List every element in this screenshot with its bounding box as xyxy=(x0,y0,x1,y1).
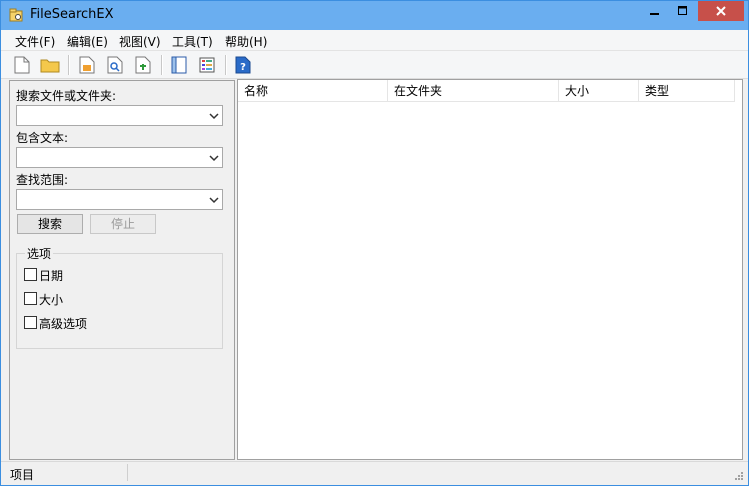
client-area: 文件(F) 编辑(E) 视图(V) 工具(T) 帮助(H) ? 搜索文件或文件夹… xyxy=(1,30,748,485)
options-title: 选项 xyxy=(25,245,54,262)
menu-view[interactable]: 视图(V) xyxy=(119,33,161,50)
size-label[interactable]: 大小 xyxy=(39,291,63,308)
toolbar: ? xyxy=(1,51,748,79)
menu-bar: 文件(F) 编辑(E) 视图(V) 工具(T) 帮助(H) xyxy=(1,30,748,51)
save-icon xyxy=(135,56,151,74)
column-header-size[interactable]: 大小 xyxy=(559,80,639,102)
new-button[interactable] xyxy=(11,54,33,76)
column-header-type[interactable]: 类型 xyxy=(639,80,735,102)
export-icon xyxy=(79,56,95,74)
options-group: 选项 日期 大小 高级选项 xyxy=(16,245,223,349)
menu-edit[interactable]: 编辑(E) xyxy=(67,33,108,50)
grid-view-button[interactable] xyxy=(196,54,218,76)
help-button[interactable]: ? xyxy=(232,54,254,76)
help-icon: ? xyxy=(235,56,251,74)
find-button[interactable] xyxy=(104,54,126,76)
resize-grip-icon[interactable] xyxy=(734,471,744,481)
export-button[interactable] xyxy=(76,54,98,76)
column-header-name[interactable]: 名称 xyxy=(238,80,388,102)
search-scope-label: 查找范围: xyxy=(16,173,69,187)
file-name-combo[interactable] xyxy=(16,105,223,126)
menu-file[interactable]: 文件(F) xyxy=(15,33,55,50)
new-file-icon xyxy=(14,56,30,74)
chevron-down-icon[interactable] xyxy=(209,111,219,121)
app-icon xyxy=(9,8,23,22)
open-button[interactable] xyxy=(39,54,61,76)
maximize-button[interactable] xyxy=(669,1,697,21)
maximize-icon xyxy=(678,6,687,15)
minimize-icon xyxy=(650,13,659,15)
status-separator xyxy=(127,464,128,481)
advanced-options-label[interactable]: 高级选项 xyxy=(39,315,87,332)
date-label[interactable]: 日期 xyxy=(39,267,63,284)
close-icon xyxy=(716,6,726,16)
search-scope-combo[interactable] xyxy=(16,189,223,210)
grid-view-icon xyxy=(199,57,215,73)
chevron-down-icon[interactable] xyxy=(209,195,219,205)
toolbar-separator xyxy=(225,55,227,75)
toolbar-separator xyxy=(161,55,163,75)
find-icon xyxy=(107,56,123,74)
menu-help[interactable]: 帮助(H) xyxy=(225,33,267,50)
close-button[interactable] xyxy=(698,1,744,21)
results-list[interactable]: 名称 在文件夹 大小 类型 xyxy=(237,79,743,460)
search-button[interactable]: 搜索 xyxy=(17,214,83,234)
date-checkbox[interactable] xyxy=(24,268,37,281)
window-title: FileSearchEX xyxy=(30,7,114,22)
svg-text:?: ? xyxy=(240,62,246,73)
status-bar: 项目 xyxy=(1,461,748,484)
panel-icon xyxy=(171,56,187,74)
save-button[interactable] xyxy=(132,54,154,76)
search-panel: 搜索文件或文件夹: 包含文本: 查找范围: 搜索 停止 选项 日期 大小 高级选… xyxy=(9,80,235,460)
advanced-options-checkbox[interactable] xyxy=(24,316,37,329)
title-bar[interactable]: FileSearchEX xyxy=(1,1,748,30)
status-text: 项目 xyxy=(10,468,35,482)
chevron-down-icon[interactable] xyxy=(209,153,219,163)
open-folder-icon xyxy=(40,59,60,73)
panel-button[interactable] xyxy=(168,54,190,76)
menu-tools[interactable]: 工具(T) xyxy=(172,33,213,50)
toolbar-separator xyxy=(68,55,70,75)
contains-text-label: 包含文本: xyxy=(16,131,69,145)
size-checkbox[interactable] xyxy=(24,292,37,305)
contains-text-combo[interactable] xyxy=(16,147,223,168)
file-name-label: 搜索文件或文件夹: xyxy=(16,89,117,103)
app-window: FileSearchEX 文件(F) 编辑(E) 视图(V) 工具(T) 帮助(… xyxy=(0,0,749,486)
stop-button[interactable]: 停止 xyxy=(90,214,156,234)
column-header-folder[interactable]: 在文件夹 xyxy=(388,80,559,102)
minimize-button[interactable] xyxy=(641,1,669,21)
